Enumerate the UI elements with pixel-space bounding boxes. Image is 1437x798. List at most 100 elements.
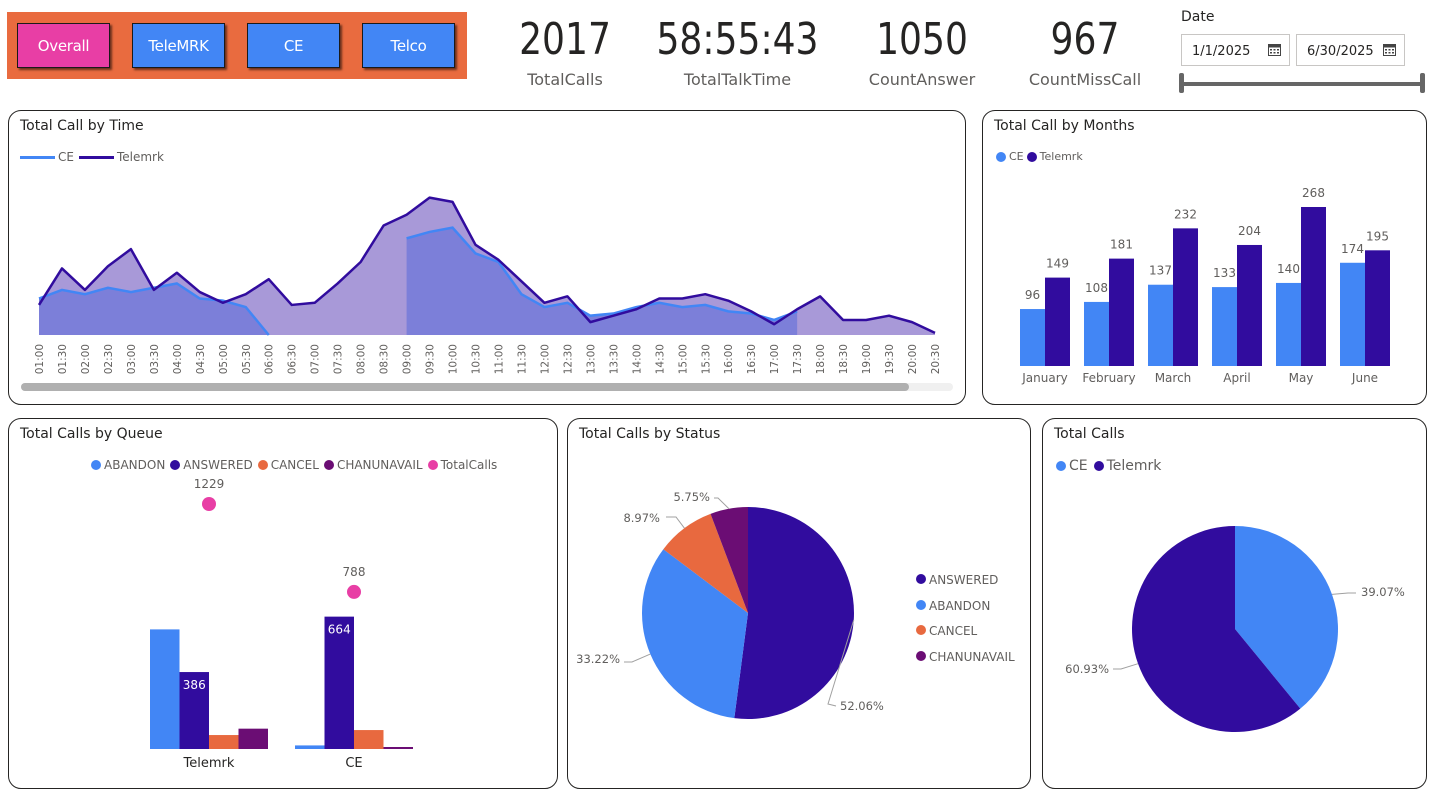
x-tick-label: 02:00 (80, 344, 92, 374)
card-total-call-by-months: Total Call by Months CE Telemrk 96 149 Jan… (982, 110, 1427, 405)
calendar-icon[interactable] (1268, 43, 1281, 56)
card-total-calls: Total Calls CE Telemrk 39.07% 60.93% (1042, 418, 1427, 789)
date-slicer-label: Date (1181, 9, 1215, 25)
x-tick-label: 19:30 (884, 344, 896, 374)
x-tick-label: 11:00 (493, 344, 505, 374)
end-date-input[interactable]: 6/30/2025 (1296, 34, 1405, 66)
telco-button[interactable]: Telco (362, 23, 455, 68)
data-label: 232 (1174, 207, 1197, 221)
leader-line (1113, 663, 1139, 670)
x-tick-label: 18:00 (815, 344, 827, 374)
x-tick-label: 06:30 (287, 344, 299, 374)
x-tick-label: 03:00 (126, 344, 138, 374)
x-tick-label: February (1082, 371, 1135, 385)
legend-label: CHANUNAVAIL (929, 649, 1015, 664)
x-tick-label: 04:30 (195, 344, 207, 374)
data-label: 108 (1085, 281, 1108, 295)
x-tick-label: 08:00 (356, 344, 368, 374)
x-tick-label: 07:30 (333, 344, 345, 374)
x-tick-label: 16:30 (746, 344, 758, 374)
bar-telemrk (1173, 228, 1198, 366)
data-label: 174 (1341, 242, 1364, 256)
data-label: 149 (1046, 257, 1069, 271)
leader-line (714, 497, 730, 510)
telemrk-button[interactable]: TeleMRK (132, 23, 225, 68)
x-tick-label: CE (345, 756, 362, 771)
data-label: 96 (1025, 288, 1040, 302)
totalcalls-marker (347, 584, 361, 599)
bar-telemrk (1365, 250, 1390, 366)
data-label: 5.75% (673, 490, 710, 504)
x-tick-label: 20:30 (930, 344, 942, 374)
legend-label: ANSWERED (929, 573, 999, 587)
start-date-value: 1/1/2025 (1192, 44, 1251, 59)
scrollbar-thumb[interactable] (21, 383, 909, 391)
leader-line (1331, 592, 1356, 595)
bar-chanunavail (238, 728, 268, 749)
x-tick-label: 05:30 (241, 344, 253, 374)
bar-chanunavail (383, 747, 413, 749)
x-tick-label: June (1351, 371, 1378, 385)
x-tick-label: 18:30 (838, 344, 850, 374)
bar-telemrk (1045, 277, 1070, 366)
bar-abandon (295, 745, 325, 749)
kpi-label: CountAnswer (868, 70, 976, 89)
kpi-value: 58:55:43 (656, 14, 819, 65)
x-tick-label: 09:00 (402, 344, 414, 374)
x-tick-label: 16:00 (723, 344, 735, 374)
data-label: 133 (1213, 266, 1236, 280)
x-tick-label: 17:30 (792, 344, 804, 374)
legend-item-chanunavail[interactable]: CHANUNAVAIL (916, 645, 1015, 671)
x-tick-label: 12:00 (539, 344, 551, 374)
x-tick-label: 19:00 (861, 344, 873, 374)
legend-dot-icon (916, 599, 926, 610)
legend-dot-icon (916, 574, 926, 584)
ce-button[interactable]: CE (247, 23, 340, 68)
date-range-slider-track[interactable] (1181, 82, 1423, 86)
data-label: 60.93% (1065, 662, 1109, 676)
date-slider-end-handle[interactable] (1420, 73, 1425, 93)
date-slider-start-handle[interactable] (1179, 73, 1184, 93)
card-total-calls-by-queue: Total Calls by Queue ABANDON ANSWERED CA… (8, 418, 558, 789)
x-tick-label: 10:30 (471, 344, 483, 374)
x-tick-label: 10:00 (448, 344, 460, 374)
legend-item-cancel[interactable]: CANCEL (916, 619, 1015, 645)
x-tick-label: 13:30 (608, 344, 620, 374)
bar-cancel (354, 730, 384, 749)
x-tick-label: 13:00 (585, 344, 597, 374)
start-date-input[interactable]: 1/1/2025 (1181, 34, 1290, 66)
x-tick-label: 02:30 (103, 344, 115, 374)
x-tick-label: 14:30 (654, 344, 666, 374)
calendar-icon[interactable] (1383, 43, 1396, 56)
bar-telemrk (1301, 207, 1326, 366)
legend-label: ABANDON (929, 598, 991, 613)
x-tick-label: 09:30 (425, 344, 437, 374)
x-tick-label: January (1021, 371, 1068, 385)
x-tick-label: Telemrk (183, 756, 235, 771)
legend-item-answered[interactable]: ANSWERED (916, 568, 1015, 594)
data-label: 8.97% (623, 511, 660, 525)
data-label: 788 (343, 565, 366, 579)
bar-cancel (209, 735, 239, 749)
x-tick-label: 14:00 (631, 344, 643, 374)
total-pie-chart[interactable]: 39.07% 60.93% (1043, 419, 1427, 789)
time-area-chart[interactable]: 01:00 01:30 02:00 02:30 03:00 03:30 04:00 04:30… (9, 111, 966, 405)
months-bar-chart[interactable]: 96 149 January 108 181 February 137 232 March 133… (983, 111, 1427, 405)
x-tick-label: 07:00 (310, 344, 322, 374)
queue-bar-chart[interactable]: 386 1229 Telemrk 664 788 CE (9, 419, 558, 789)
legend-label: CANCEL (929, 624, 978, 638)
bar-ce (1148, 284, 1173, 366)
bar-telemrk (1237, 244, 1262, 366)
bar-ce (1340, 262, 1365, 366)
data-label: 195 (1366, 229, 1389, 243)
bar-ce (1212, 287, 1237, 366)
overall-button[interactable]: Overall (17, 23, 110, 68)
status-legend: ANSWERED ABANDON CANCEL CHANUNAVAIL (916, 568, 1015, 670)
x-tick-label: 11:30 (516, 344, 528, 374)
legend-dot-icon (916, 650, 926, 661)
data-label: 386 (183, 678, 206, 692)
horizontal-scrollbar[interactable] (21, 383, 953, 391)
data-label: 268 (1302, 186, 1325, 200)
legend-item-abandon[interactable]: ABANDON (916, 594, 1015, 620)
bar-abandon (150, 629, 180, 749)
